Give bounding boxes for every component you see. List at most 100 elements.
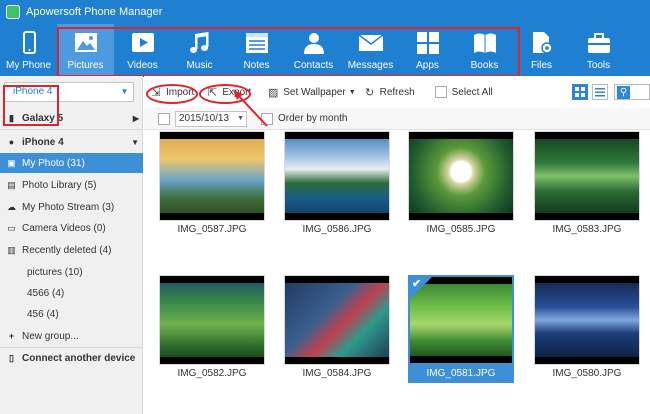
sidebar-item-label: My Photo Stream (3) xyxy=(22,201,115,213)
refresh-button[interactable]: ↻ Refresh xyxy=(364,86,415,99)
app-logo-icon xyxy=(6,5,20,19)
highlight-box-toolbar xyxy=(57,27,520,77)
thumb-band xyxy=(160,276,264,283)
search-box[interactable]: ⚲ xyxy=(614,84,650,100)
title-bar: Apowersoft Phone Manager xyxy=(0,0,650,24)
chevron-down-icon: ▼ xyxy=(348,88,356,96)
thumb-band xyxy=(160,132,264,139)
phone-icon xyxy=(22,31,36,54)
refresh-label: Refresh xyxy=(379,86,415,98)
tab-files[interactable]: Files xyxy=(513,24,570,76)
thumb-band xyxy=(409,213,513,220)
refresh-icon: ↻ xyxy=(365,86,375,99)
chevron-down-icon: ▼ xyxy=(120,87,129,96)
photo-item-selected[interactable]: ✔ IMG_0581.JPG xyxy=(408,275,514,383)
photo-filename: IMG_0580.JPG xyxy=(552,368,622,379)
photo-thumbnail[interactable] xyxy=(284,275,390,365)
set-wallpaper-label: Set Wallpaper xyxy=(283,86,346,98)
set-wallpaper-button[interactable]: ▨ Set Wallpaper ▼ xyxy=(267,86,356,99)
sidebar-item-label: 4566 (4) xyxy=(27,287,65,299)
photo-item[interactable]: IMG_0587.JPG xyxy=(159,131,265,239)
sidebar-item-label: Recently deleted (4) xyxy=(22,244,112,256)
thumb-band xyxy=(535,213,639,220)
divider xyxy=(0,129,143,130)
photo-thumbnail[interactable] xyxy=(408,131,514,221)
app-title: Apowersoft Phone Manager xyxy=(26,6,163,18)
photo-item[interactable]: IMG_0583.JPG xyxy=(534,131,640,239)
thumb-band xyxy=(285,276,389,283)
grid-view-button[interactable] xyxy=(572,84,588,100)
thumb-band xyxy=(535,276,639,283)
photo-item[interactable]: IMG_0582.JPG xyxy=(159,275,265,383)
tools-icon xyxy=(587,33,610,53)
grid-icon xyxy=(575,87,585,97)
device-label: iPhone 4 xyxy=(22,136,64,148)
sidebar-item-photo-library[interactable]: ▤ Photo Library (5) xyxy=(0,175,143,195)
photo-thumbnail[interactable] xyxy=(534,131,640,221)
thumb-band xyxy=(160,357,264,364)
order-by-month-label: Order by month xyxy=(278,113,348,124)
new-group-button[interactable]: + New group... xyxy=(0,326,143,346)
list-icon xyxy=(595,88,605,97)
select-all-label: Select All xyxy=(451,86,493,98)
thumb-band xyxy=(285,132,389,139)
photo-filename: IMG_0582.JPG xyxy=(177,368,247,379)
tab-my-phone[interactable]: My Phone xyxy=(0,24,57,76)
checkmark-icon: ✔ xyxy=(412,278,422,290)
cloud-icon: ☁ xyxy=(7,201,16,212)
photo-filename: IMG_0584.JPG xyxy=(302,368,372,379)
photo-icon: ▣ xyxy=(7,157,16,168)
photo-filename: IMG_0581.JPG xyxy=(408,365,514,383)
thumb-band xyxy=(535,132,639,139)
sidebar-item-pictures[interactable]: pictures (10) xyxy=(0,262,143,282)
apple-icon: ● xyxy=(8,137,15,147)
sidebar-item-4566[interactable]: 4566 (4) xyxy=(0,283,143,303)
photo-item[interactable]: IMG_0580.JPG xyxy=(534,275,640,383)
sidebar-item-label: Photo Library (5) xyxy=(22,179,97,191)
sidebar-item-recently-deleted[interactable]: ▥ Recently deleted (4) xyxy=(0,240,143,260)
photo-item[interactable]: IMG_0584.JPG xyxy=(284,275,390,383)
tab-label: Files xyxy=(530,60,553,71)
checkbox[interactable] xyxy=(434,86,447,98)
photo-thumbnail[interactable] xyxy=(534,275,640,365)
device-item-iphone[interactable]: ● iPhone 4 ▼ xyxy=(0,132,143,152)
files-icon xyxy=(532,32,553,54)
sidebar-item-my-photo[interactable]: ▣ My Photo (31) xyxy=(0,153,143,173)
photo-filename: IMG_0587.JPG xyxy=(177,224,247,235)
sidebar-item-camera-videos[interactable]: ▭ Camera Videos (0) xyxy=(0,218,143,238)
tab-label: Tools xyxy=(586,60,611,71)
sidebar-item-label: Camera Videos (0) xyxy=(22,222,106,234)
sidebar-item-label: pictures (10) xyxy=(27,266,83,278)
thumb-band xyxy=(285,213,389,220)
photo-thumbnail[interactable]: ✔ xyxy=(408,275,514,365)
connect-device-button[interactable]: ▯ Connect another device xyxy=(0,348,143,368)
photo-filename: IMG_0585.JPG xyxy=(426,224,496,235)
sidebar-item-label: My Photo (31) xyxy=(22,157,85,169)
list-view-button[interactable] xyxy=(592,84,608,100)
thumb-band xyxy=(535,357,639,364)
photo-item[interactable]: IMG_0585.JPG xyxy=(408,131,514,239)
thumb-band xyxy=(160,213,264,220)
sidebar-item-photo-stream[interactable]: ☁ My Photo Stream (3) xyxy=(0,197,143,217)
photo-thumbnail[interactable] xyxy=(159,131,265,221)
search-icon: ⚲ xyxy=(617,86,630,99)
tab-label: My Phone xyxy=(5,60,52,71)
date-checkbox[interactable] xyxy=(158,112,170,125)
select-all-checkbox[interactable]: Select All xyxy=(434,86,493,98)
thumb-band xyxy=(410,356,512,363)
date-value: 2015/10/13 xyxy=(179,112,230,124)
chevron-right-icon: ▶ xyxy=(132,113,139,123)
thumb-band xyxy=(285,357,389,364)
plus-icon: + xyxy=(8,331,15,341)
tab-tools[interactable]: Tools xyxy=(570,24,627,76)
photo-filename: IMG_0583.JPG xyxy=(552,224,622,235)
photo-item[interactable]: IMG_0586.JPG xyxy=(284,131,390,239)
annotation-arrow xyxy=(233,90,268,127)
device-connect-icon: ▯ xyxy=(9,352,14,363)
photo-thumbnail[interactable] xyxy=(284,131,390,221)
filter-bar: 2015/10/13 ▼ Order by month xyxy=(144,108,650,130)
highlight-box-device xyxy=(3,85,59,126)
sidebar-item-456[interactable]: 456 (4) xyxy=(0,304,143,324)
photo-thumbnail[interactable] xyxy=(159,275,265,365)
thumb-band xyxy=(409,132,513,139)
